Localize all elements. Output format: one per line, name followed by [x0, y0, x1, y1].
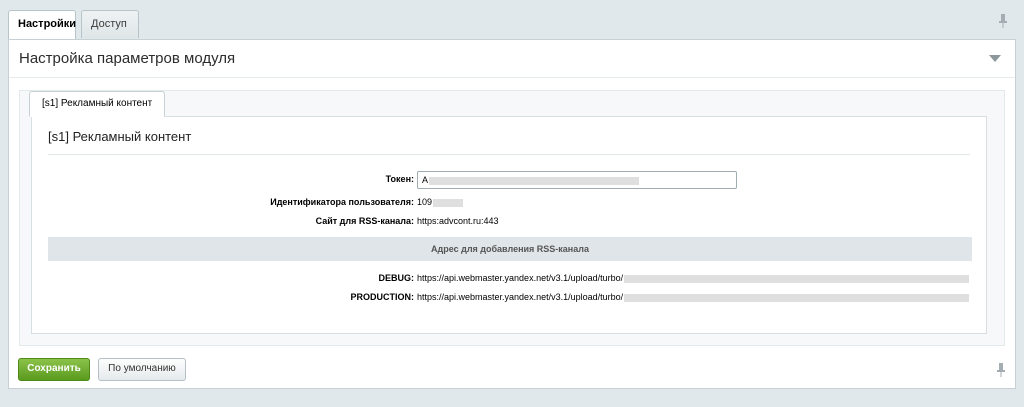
token-label: Токен:: [385, 174, 414, 184]
subtab-ad-content[interactable]: [s1] Рекламный контент: [29, 91, 166, 117]
redacted-token: [429, 176, 640, 185]
rss-site-value: https:advcont.ru:443: [417, 216, 499, 226]
redacted-production: [624, 293, 970, 302]
debug-url: https://api.webmaster.yandex.net/v3.1/up…: [417, 273, 624, 283]
collapse-arrow-icon[interactable]: [989, 55, 1001, 62]
rss-site-row: Сайт для RSS-канала: https:advcont.ru:44…: [32, 213, 988, 231]
divider: [9, 77, 1015, 78]
pin-icon[interactable]: [996, 363, 1006, 377]
divider: [48, 154, 970, 155]
user-id-text: 109: [417, 197, 433, 207]
section-content: [s1] Рекламный контент Токен: A Идентифи…: [31, 116, 987, 334]
tab-access[interactable]: Доступ: [81, 10, 139, 38]
rss-site-label: Сайт для RSS-канала:: [315, 216, 414, 226]
default-button[interactable]: По умолчанию: [98, 358, 186, 381]
debug-value: https://api.webmaster.yandex.net/v3.1/up…: [417, 273, 970, 283]
production-row: PRODUCTION: https://api.webmaster.yandex…: [32, 289, 988, 307]
token-input[interactable]: A: [417, 171, 737, 189]
user-id-value: 109: [417, 197, 464, 207]
settings-panel: Настройка параметров модуля [s1] Рекламн…: [8, 39, 1016, 389]
user-id-label: Идентификатора пользователя:: [270, 197, 414, 207]
panel-title: Настройка параметров модуля: [19, 50, 236, 67]
pin-icon[interactable]: [998, 14, 1008, 28]
production-url: https://api.webmaster.yandex.net/v3.1/up…: [417, 292, 624, 302]
save-button[interactable]: Сохранить: [18, 358, 90, 381]
token-value: A: [422, 175, 429, 185]
debug-row: DEBUG: https://api.webmaster.yandex.net/…: [32, 270, 988, 288]
section-title: [s1] Рекламный контент: [48, 129, 192, 144]
production-label: PRODUCTION:: [350, 292, 415, 302]
tab-settings[interactable]: Настройки: [8, 10, 76, 40]
redacted-debug: [624, 274, 970, 283]
user-id-row: Идентификатора пользователя: 109: [32, 194, 988, 212]
rss-address-header: Адрес для добавления RSS-канала: [48, 237, 972, 261]
debug-label: DEBUG:: [378, 273, 415, 283]
production-value: https://api.webmaster.yandex.net/v3.1/up…: [417, 292, 970, 302]
redacted-user-id: [433, 198, 464, 207]
token-row: Токен: A: [32, 171, 988, 189]
